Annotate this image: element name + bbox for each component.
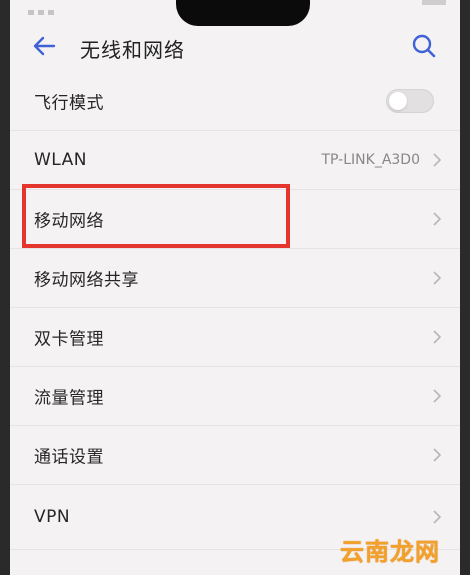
chevron-right-icon	[433, 212, 442, 226]
airplane-mode-toggle[interactable]	[386, 89, 434, 113]
wlan-label: WLAN	[34, 150, 88, 170]
call-settings-label: 通话设置	[34, 447, 104, 468]
page-header: 无线和网络	[10, 26, 460, 66]
camera-notch	[176, 0, 310, 26]
site-watermark: 云南龙网	[340, 538, 440, 566]
chevron-right-icon	[433, 153, 442, 167]
wlan-network-name: TP-LINK_A3D0	[321, 152, 421, 168]
chevron-right-icon	[433, 271, 442, 285]
airplane-mode-row: 飞行模式	[10, 72, 460, 131]
chevron-right-icon	[433, 448, 442, 462]
wlan-row[interactable]: WLAN TP-LINK_A3D0	[10, 131, 460, 190]
dual-sim-label: 双卡管理	[34, 329, 104, 350]
page-title: 无线和网络	[80, 38, 185, 62]
chevron-right-icon	[433, 389, 442, 403]
settings-list: 飞行模式 WLAN TP-LINK_A3D0 移动网络 移动网络共享 双卡管理 …	[10, 72, 460, 550]
mobile-network-row[interactable]: 移动网络	[10, 190, 460, 249]
back-arrow-icon[interactable]	[30, 32, 58, 60]
toggle-knob	[389, 92, 407, 110]
airplane-mode-label: 飞行模式	[34, 93, 104, 114]
mobile-hotspot-row[interactable]: 移动网络共享	[10, 249, 460, 308]
data-usage-label: 流量管理	[34, 388, 104, 409]
status-bar-battery	[422, 0, 446, 5]
mobile-hotspot-label: 移动网络共享	[34, 270, 139, 291]
dual-sim-row[interactable]: 双卡管理	[10, 308, 460, 367]
mobile-network-label: 移动网络	[34, 211, 104, 232]
search-icon[interactable]	[410, 32, 438, 60]
vpn-label: VPN	[34, 507, 71, 527]
call-settings-row[interactable]: 通话设置	[10, 426, 460, 485]
phone-screen: 无线和网络 飞行模式 WLAN TP-LINK_A3D0 移动网络 移动网络共享	[10, 0, 460, 575]
chevron-right-icon	[433, 510, 442, 524]
data-usage-row[interactable]: 流量管理	[10, 367, 460, 426]
chevron-right-icon	[433, 330, 442, 344]
status-bar-signal	[28, 0, 68, 15]
